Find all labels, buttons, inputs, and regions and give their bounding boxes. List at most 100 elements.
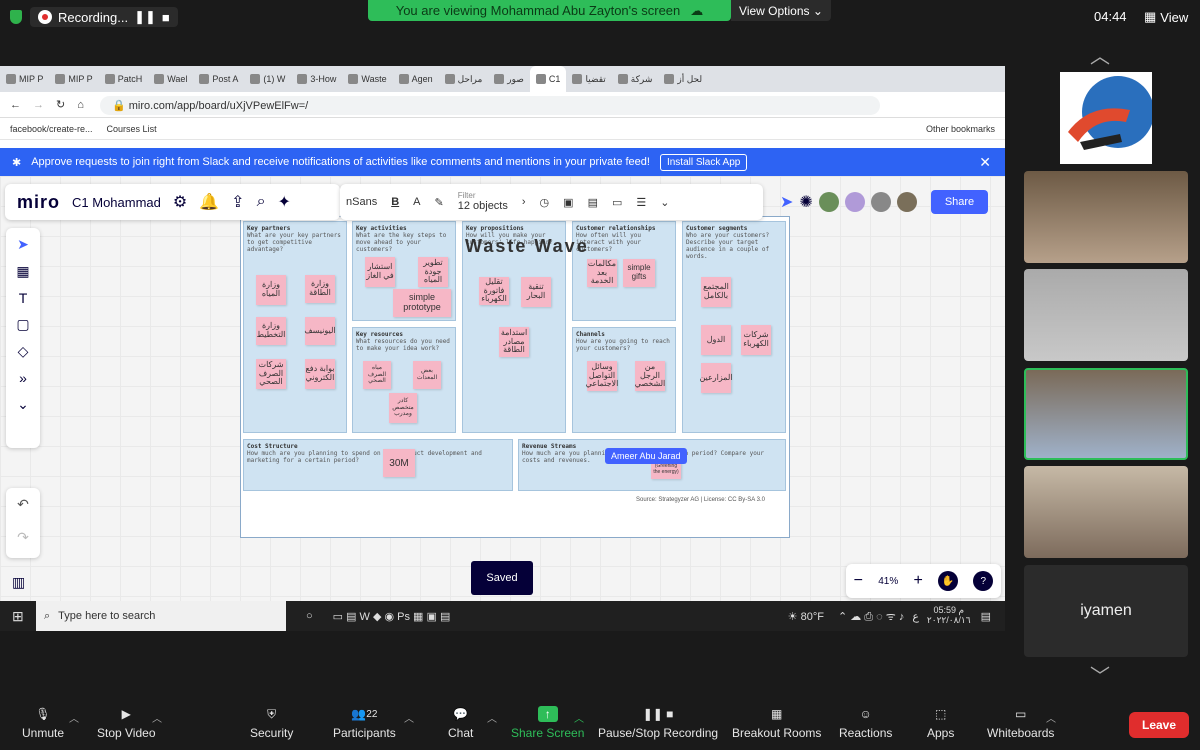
whiteboards-button[interactable]: ▭ Whiteboards [987,706,1054,740]
forward-icon[interactable]: → [33,99,44,111]
avatar[interactable] [818,192,839,212]
sticky-note[interactable]: استدامة مصادر الطاقة [499,327,529,357]
participant-video[interactable] [1024,269,1188,361]
stop-icon[interactable]: ■ [162,10,170,25]
browser-tab[interactable]: MIP P [0,66,49,92]
reload-icon[interactable]: ↻ [56,98,65,111]
view-options-button[interactable]: View Options ⌄ [731,0,831,21]
windows-start-icon[interactable]: ⊞ [12,608,24,625]
sidebar-toggle-icon[interactable]: ▥ [12,574,25,591]
undo-icon[interactable]: ↶ [17,496,29,513]
bookmark-1[interactable]: facebook/create-re... [10,124,93,134]
sticky-note[interactable]: من الرجل الشخصي [635,361,665,391]
install-slack-button[interactable]: Install Slack App [659,153,748,171]
taskbar-search[interactable]: ⌕ Type here to search [36,601,286,631]
taskbar-clock[interactable]: 05:59 م ٢٠٢٢/٠٨/١٦ [927,605,971,626]
back-icon[interactable]: ← [10,99,21,111]
browser-tab[interactable]: PatcH [99,66,149,92]
browser-tab[interactable]: مراحل [439,66,489,92]
chat-button[interactable]: 💬 Chat [448,706,473,740]
browser-tab[interactable]: صور [488,66,530,92]
template-icon[interactable]: ▦ [16,263,29,280]
scroll-up-icon[interactable]: ︿ [1090,40,1110,69]
sticky-note[interactable]: simple gifts [623,259,655,287]
text-color-icon[interactable]: A [413,196,420,208]
confetti-icon[interactable]: ✺ [799,192,812,212]
home-icon[interactable]: ⌂ [77,99,84,111]
sticky-note[interactable]: كادر متخصص ومدرب [389,393,417,423]
sticky-note[interactable]: وزارة التخطيط [256,317,286,345]
reactions-button[interactable]: ☺ Reactions [839,706,892,740]
cursor-icon[interactable]: ➤ [780,192,793,212]
recording-pill[interactable]: Recording... ❚❚ ■ [30,7,178,27]
miro-board[interactable]: Key partners What are your key partners … [0,176,1005,631]
close-icon[interactable]: ✕ [979,154,991,171]
pause-stop-recording-button[interactable]: ❚❚ ■ Pause/Stop Recording [598,706,718,740]
bookmark-2[interactable]: Courses List [107,124,157,134]
avatar[interactable] [896,192,917,212]
sticky-note[interactable]: بعض المعدات [413,361,441,389]
chevron-up-icon[interactable]: ︿ [152,710,162,725]
avatar[interactable] [870,192,891,212]
browser-tab[interactable]: Wael [148,66,193,92]
sticky-note[interactable]: استشار في الغاز [365,257,395,287]
select-icon[interactable]: ➤ [17,236,29,253]
zoom-in-icon[interactable]: + [913,572,922,590]
browser-tab[interactable]: شركة [612,66,659,92]
sticky-note[interactable]: الدول [701,325,731,355]
hand-icon[interactable]: ✋ [938,571,959,591]
shapes-icon[interactable]: ◇ [18,343,29,360]
browser-tab[interactable]: Post A [193,66,244,92]
sticky-note[interactable]: 30M [383,449,415,477]
url-field[interactable]: 🔒 miro.com/app/board/uXjVPewElFw=/ [100,96,880,115]
board-name[interactable]: C1 Mohammad [72,195,161,210]
recording-indicator[interactable]: Recording... ❚❚ ■ [10,7,178,27]
security-button[interactable]: ⛨ Security [250,706,293,741]
miro-logo[interactable]: miro [17,192,60,213]
chevron-up-icon[interactable]: ︿ [69,710,79,725]
participants-button[interactable]: 👥 22 Participants [333,706,396,740]
sticky-note[interactable]: وزارة المياه [256,275,286,305]
lang-indicator[interactable]: ع [912,610,919,623]
sticky-note[interactable]: المزارعين [699,363,733,393]
sticky-note[interactable]: وزارة الطاقة [305,275,335,303]
redo-icon[interactable]: ↷ [17,529,29,546]
gear-icon[interactable]: ⚙ [173,192,187,212]
avatar[interactable] [844,192,865,212]
sticky-note[interactable]: شركات الصرف الصحي [256,359,286,389]
filter-control[interactable]: Filter 12 objects [458,191,508,213]
zoom-out-icon[interactable]: − [854,572,863,590]
sticky-note[interactable]: تنقية البحار [521,277,551,307]
leave-button[interactable]: Leave [1129,712,1189,738]
browser-tab[interactable]: Agen [393,66,439,92]
text-icon[interactable]: T [19,290,28,306]
timer-icon[interactable]: ◷ [540,196,550,209]
font-label[interactable]: nSans [346,196,377,208]
weather[interactable]: ☀ 80°F [788,610,824,623]
sticky-note[interactable]: تطوير جودة المياه [418,257,448,287]
chevron-up-icon[interactable]: ︿ [487,710,497,725]
browser-tab[interactable]: C1 [529,66,567,92]
scroll-down-icon[interactable]: ﹀ [1090,660,1110,689]
frame-icon[interactable]: ▣ [563,196,573,209]
upload-icon[interactable]: ⇪ [231,192,244,212]
chevron-up-icon[interactable]: ︿ [574,710,584,725]
browser-tab[interactable]: 3-How [291,66,342,92]
cell-cost-structure[interactable]: Cost Structure How much are you planning… [243,439,513,491]
card-icon[interactable]: ▤ [588,196,598,209]
share-button[interactable]: Share [930,190,989,214]
sticky-icon[interactable]: ▢ [16,316,29,333]
chevron-down-icon[interactable]: ⌄ [660,196,669,209]
participant-video[interactable] [1024,466,1188,558]
sticky-note[interactable]: مكالمات بعد الخدمة [587,259,617,287]
stop-video-button[interactable]: ▶ Stop Video [97,706,156,740]
task-view-icon[interactable]: ○ [306,610,313,622]
magic-icon[interactable]: ✦ [278,192,291,212]
unmute-button[interactable]: 🎙 Unmute [22,706,64,740]
search-icon[interactable]: ⌕ [257,193,266,211]
browser-tab[interactable]: لحل أز [658,66,708,92]
expand-icon[interactable]: ⌄ [17,396,29,413]
zoom-level[interactable]: 41% [878,576,898,587]
chevron-up-icon[interactable]: ︿ [1046,710,1056,725]
pen-icon[interactable]: ✎ [435,196,444,209]
